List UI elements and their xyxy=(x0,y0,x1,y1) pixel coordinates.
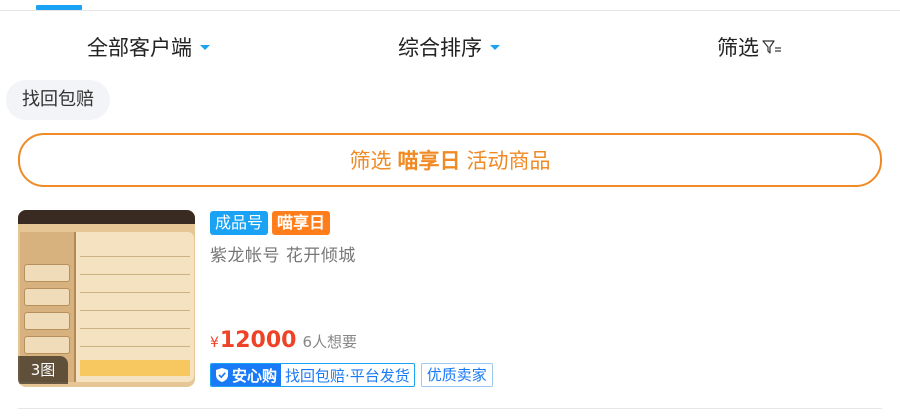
image-count-badge: 3图 xyxy=(18,356,68,384)
caret-down-icon xyxy=(200,44,210,50)
thumbnail-menu-item xyxy=(24,312,70,330)
product-thumbnail[interactable]: 3图 xyxy=(18,210,195,387)
thumbnail-row xyxy=(80,310,190,311)
product-card[interactable]: 3图 成品号 喵享日 紫龙帐号 花开倾城 ¥ 12000 6人想要 安心购 找回… xyxy=(18,210,888,387)
client-filter-dropdown[interactable]: 全部客户端 xyxy=(87,32,210,62)
thumbnail-row xyxy=(80,292,190,293)
product-description: 紫龙帐号 花开倾城 xyxy=(210,246,356,266)
filter-icon xyxy=(762,40,781,54)
safe-buy-label-box: 安心购 xyxy=(211,364,282,386)
safe-buy-label: 安心购 xyxy=(232,366,278,385)
banner-prefix: 筛选 xyxy=(349,149,392,173)
thumbnail-row xyxy=(80,346,190,347)
safe-buy-detail: 找回包赔·平台发货 xyxy=(285,366,410,385)
refund-guarantee-chip[interactable]: 找回包赔 xyxy=(6,80,110,120)
top-divider xyxy=(0,10,900,11)
thumbnail-menu-item xyxy=(24,288,70,306)
banner-highlight: 喵享日 xyxy=(397,149,461,173)
active-tab-indicator xyxy=(36,5,82,10)
caret-down-icon xyxy=(490,44,500,50)
thumbnail-menu-item xyxy=(24,264,70,282)
sort-order-dropdown[interactable]: 综合排序 xyxy=(398,32,500,62)
thumbnail-row xyxy=(80,274,190,275)
thumbnail-row xyxy=(80,256,190,257)
want-count: 6人想要 xyxy=(302,333,358,351)
tag-event: 喵享日 xyxy=(272,211,331,235)
price-currency: ¥ xyxy=(210,335,219,351)
banner-suffix: 活动商品 xyxy=(466,149,551,173)
quality-seller-badge: 优质卖家 xyxy=(420,363,493,387)
price-row: ¥ 12000 6人想要 xyxy=(210,328,357,353)
filter-label: 筛选 xyxy=(717,36,759,60)
guarantee-row: 安心购 找回包赔·平台发货 优质卖家 xyxy=(210,363,493,387)
tag-finished-account: 成品号 xyxy=(210,211,269,235)
price-value: 12000 xyxy=(219,328,297,353)
safe-buy-badge: 安心购 找回包赔·平台发货 xyxy=(210,363,415,387)
filter-button[interactable]: 筛选 xyxy=(717,32,782,62)
thumbnail-menu-item xyxy=(24,336,70,354)
thumbnail-header xyxy=(18,210,195,224)
client-filter-label: 全部客户端 xyxy=(87,36,192,60)
product-tags: 成品号 喵享日 xyxy=(210,211,331,235)
list-divider xyxy=(18,408,882,409)
event-filter-banner[interactable]: 筛选 喵享日 活动商品 xyxy=(18,133,882,187)
thumbnail-row xyxy=(80,328,190,329)
thumbnail-highlight-row xyxy=(80,360,190,376)
shield-check-icon xyxy=(216,368,228,382)
sort-bar: 全部客户端 综合排序 筛选 xyxy=(0,24,900,68)
sort-order-label: 综合排序 xyxy=(398,36,482,60)
